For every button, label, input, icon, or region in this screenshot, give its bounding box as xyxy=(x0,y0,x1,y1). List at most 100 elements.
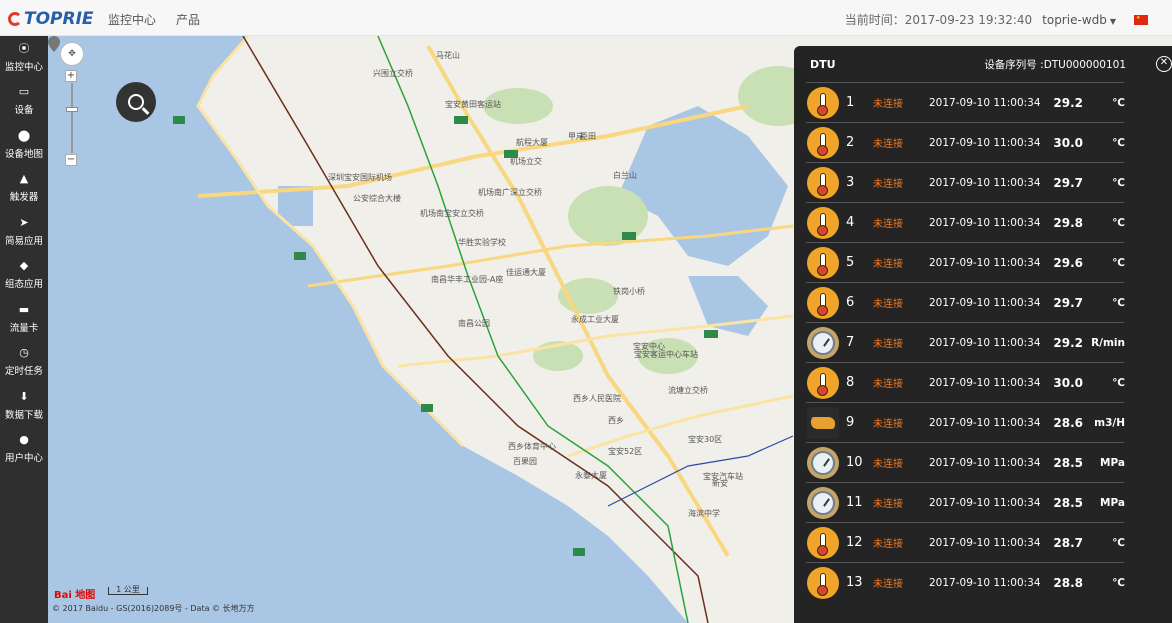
sensor-unit: R/min xyxy=(1091,336,1125,349)
sidebar-item[interactable]: ⦿ 监控中心 xyxy=(0,36,48,80)
map-place-label: 马花山 xyxy=(436,51,460,60)
sensor-timestamp: 2017-09-10 11:00:34 xyxy=(929,376,1041,389)
dtu-sensor-row[interactable]: 12 未连接 2017-09-10 11:00:34 28.7 ℃ xyxy=(806,522,1125,562)
connection-status: 未连接 xyxy=(873,459,903,470)
nav-products[interactable]: 产品 xyxy=(176,11,200,28)
sensor-value: 30.0 xyxy=(1053,375,1083,390)
download-icon: ⬇ xyxy=(19,389,29,403)
sensor-number: 3 xyxy=(846,175,855,190)
sensor-timestamp: 2017-09-10 11:00:34 xyxy=(929,576,1041,589)
user-menu[interactable]: toprie-wdb ▼ xyxy=(1042,13,1116,27)
dtu-title: DTU xyxy=(810,57,836,71)
map-place-label: 宝安客运中心车站 xyxy=(634,350,698,359)
sensor-number: 7 xyxy=(846,335,855,350)
sensor-value: 28.5 xyxy=(1053,495,1083,510)
map-place-label: 白兰山 xyxy=(613,171,637,180)
sensor-value: 29.6 xyxy=(1053,255,1083,270)
sensor-value: 29.2 xyxy=(1053,335,1083,350)
map-place-label: 机场南广深立交桥 xyxy=(478,188,542,197)
zoom-in-button[interactable]: + xyxy=(65,70,77,82)
dtu-sensor-row[interactable]: 7 未连接 2017-09-10 11:00:34 29.2 R/min xyxy=(806,322,1125,362)
connection-status: 未连接 xyxy=(873,139,903,150)
dtu-sensor-row[interactable]: 3 未连接 2017-09-10 11:00:34 29.7 ℃ xyxy=(806,162,1125,202)
target-icon: ⦿ xyxy=(18,41,30,55)
map-place-label: 铁岗小桥 xyxy=(613,287,645,296)
sidebar-item[interactable]: ▭ 设备 xyxy=(0,80,48,124)
sidebar-item[interactable]: ◷ 定时任务 xyxy=(0,341,48,385)
dtu-sensor-row[interactable]: 4 未连接 2017-09-10 11:00:34 29.8 ℃ xyxy=(806,202,1125,242)
sensor-timestamp: 2017-09-10 11:00:34 xyxy=(929,416,1041,429)
top-bar: TOPRIE 监控中心 产品 当前时间：2017-09-23 19:32:40 … xyxy=(0,0,1172,36)
dtu-sensor-row[interactable]: 9 未连接 2017-09-10 11:00:34 28.6 m3/H xyxy=(806,402,1125,442)
sidebar-item[interactable]: ⬤ 设备地图 xyxy=(0,123,48,167)
map-place-label: 臣田 xyxy=(580,132,596,141)
sensor-value: 28.7 xyxy=(1053,535,1083,550)
gauge-icon xyxy=(807,326,839,359)
sensor-unit: ℃ xyxy=(1112,96,1125,109)
close-icon[interactable]: ✕ xyxy=(1156,56,1172,72)
dtu-sensor-row[interactable]: 5 未连接 2017-09-10 11:00:34 29.6 ℃ xyxy=(806,242,1125,282)
map-place-label: 宝安汽车站 xyxy=(703,472,743,481)
dtu-header: DTU 设备序列号 :DTU000000101 xyxy=(794,46,1172,82)
dtu-sensor-row[interactable]: 8 未连接 2017-09-10 11:00:34 30.0 ℃ xyxy=(806,362,1125,402)
sidebar-item-label: 简易应用 xyxy=(4,235,43,247)
thermometer-icon xyxy=(807,286,839,319)
send-icon: ➤ xyxy=(19,215,29,229)
thermometer-icon xyxy=(807,366,839,399)
map-place-label: 西乡 xyxy=(608,416,624,425)
china-flag-icon[interactable] xyxy=(1134,14,1148,25)
card-icon: ▬ xyxy=(18,302,30,316)
connection-status: 未连接 xyxy=(873,499,903,510)
connection-status: 未连接 xyxy=(873,179,903,190)
map-place-label: 机场立交 xyxy=(510,157,542,166)
connection-status: 未连接 xyxy=(873,259,903,270)
sidebar-item[interactable]: ● 用户中心 xyxy=(0,428,48,472)
toprie-logo[interactable]: TOPRIE xyxy=(8,9,94,29)
sensor-timestamp: 2017-09-10 11:00:34 xyxy=(929,536,1041,549)
sidebar-item[interactable]: ▲ 触发器 xyxy=(0,167,48,211)
sensor-number: 10 xyxy=(846,455,863,470)
connection-status: 未连接 xyxy=(873,579,903,590)
thermometer-icon xyxy=(807,86,839,119)
location-marker-icon[interactable] xyxy=(48,36,60,52)
dtu-sensor-row[interactable]: 13 未连接 2017-09-10 11:00:34 28.8 ℃ xyxy=(806,562,1125,602)
sensor-value: 29.8 xyxy=(1053,215,1083,230)
sidebar-item[interactable]: ➤ 简易应用 xyxy=(0,210,48,254)
sensor-unit: ℃ xyxy=(1112,536,1125,549)
map-place-label: 宝安52区 xyxy=(608,447,643,456)
zoom-slider[interactable] xyxy=(65,83,78,153)
map-place-label: 永成工业大厦 xyxy=(571,315,619,324)
top-nav: 监控中心 产品 xyxy=(108,11,200,28)
zoom-slider-thumb[interactable] xyxy=(65,107,78,112)
sensor-timestamp: 2017-09-10 11:00:34 xyxy=(929,136,1041,149)
sensor-number: 1 xyxy=(846,95,855,110)
sensor-timestamp: 2017-09-10 11:00:34 xyxy=(929,96,1041,109)
connection-status: 未连接 xyxy=(873,339,903,350)
dtu-sensor-row[interactable]: 2 未连接 2017-09-10 11:00:34 30.0 ℃ xyxy=(806,122,1125,162)
caret-down-icon: ▼ xyxy=(1109,16,1116,26)
sidebar-item[interactable]: ⬇ 数据下载 xyxy=(0,384,48,428)
flow-icon xyxy=(807,406,839,439)
dtu-sensor-row[interactable]: 6 未连接 2017-09-10 11:00:34 29.7 ℃ xyxy=(806,282,1125,322)
zoom-out-button[interactable]: − xyxy=(65,154,77,166)
dtu-panel: DTU 设备序列号 :DTU000000101 ✕ 1 未连接 2017-09-10… xyxy=(794,46,1172,623)
sensor-value: 28.8 xyxy=(1053,575,1083,590)
nav-monitor-center[interactable]: 监控中心 xyxy=(108,11,156,28)
sensor-timestamp: 2017-09-10 11:00:34 xyxy=(929,456,1041,469)
user-icon: ● xyxy=(19,433,29,447)
current-time: 当前时间：2017-09-23 19:32:40 xyxy=(844,13,1033,27)
dtu-sensor-row[interactable]: 11 未连接 2017-09-10 11:00:34 28.5 MPa xyxy=(806,482,1125,522)
sidebar: ⦿ 监控中心 ▭ 设备 ⬤ 设备地图 ▲ 触发器 ➤ 简易应用 ◆ 组态应用 ▬ 流量卡 ◷ 定时任务 ⬇ 数据下… xyxy=(0,36,48,623)
map-search-button[interactable] xyxy=(116,82,156,122)
sidebar-item-label: 流量卡 xyxy=(9,322,39,334)
map-scale: 1 公里 xyxy=(108,586,148,595)
sensor-timestamp: 2017-09-10 11:00:34 xyxy=(929,336,1041,349)
sidebar-item[interactable]: ◆ 组态应用 xyxy=(0,254,48,298)
sidebar-item[interactable]: ▬ 流量卡 xyxy=(0,297,48,341)
dtu-sensor-row[interactable]: 10 未连接 2017-09-10 11:00:34 28.5 MPa xyxy=(806,442,1125,482)
logo-text: TOPRIE xyxy=(24,9,94,29)
map-place-label: 宝安黄田客运站 xyxy=(445,100,501,109)
dtu-sensor-row[interactable]: 1 未连接 2017-09-10 11:00:34 29.2 ℃ xyxy=(806,82,1125,122)
pan-control[interactable]: ✥ xyxy=(60,42,84,66)
connection-status: 未连接 xyxy=(873,219,903,230)
